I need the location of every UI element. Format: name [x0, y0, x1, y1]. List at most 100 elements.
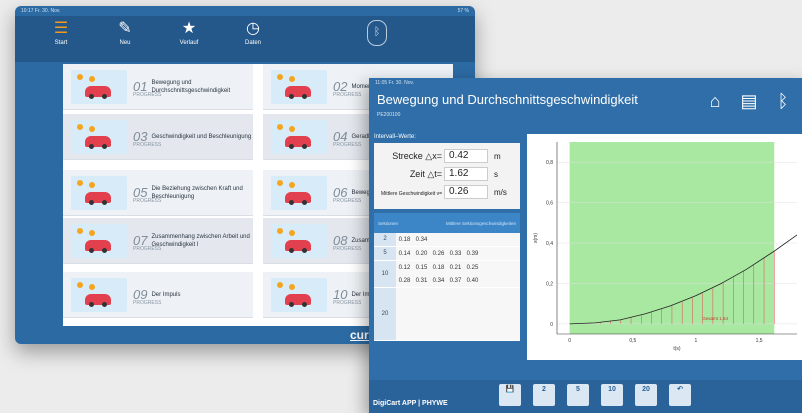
- nav-data-label: Daten: [244, 40, 261, 46]
- experiment-screen: 11:05 Fr. 30. Nov. Bewegung und Durchsch…: [369, 78, 802, 413]
- sun-icon: [77, 227, 83, 234]
- menu-icon: ☰: [53, 20, 69, 37]
- distance-field[interactable]: 0.42: [444, 149, 488, 163]
- nav-history-label: Verlauf: [179, 40, 199, 46]
- section-count: 5: [374, 247, 396, 260]
- velocity-cell: 0.33: [449, 250, 462, 257]
- value-line: [396, 327, 520, 340]
- interval-values: Strecke △x= 0.42 m Zeit △t= 1.62 s Mittlere …: [374, 143, 520, 209]
- table-row: 10 0.12 0.15 0.18 0.21 0.25 0.28 0.31 0.34 0.37 0.…: [374, 261, 520, 288]
- velocity-cell: 0.15: [415, 264, 428, 271]
- card-progress-label: PROGRESS: [133, 198, 162, 204]
- value-line: 0.18 0.34: [396, 233, 520, 246]
- bottom-toolbar: DigiCart APP | PHYWE 💾 2 5 10 20 ↶: [369, 380, 802, 413]
- experiment-thumbnail: [71, 223, 127, 258]
- distance-unit: m: [494, 151, 501, 161]
- time-field[interactable]: 1.62: [444, 167, 488, 181]
- status-time: 10:17 Fr. 30. Nov.: [21, 8, 61, 14]
- status-bar: 10:17 Fr. 30. Nov. 57 %: [15, 6, 475, 16]
- experiment-thumbnail: [271, 277, 327, 312]
- car-icon: [285, 239, 311, 251]
- car-icon: [285, 293, 311, 305]
- value-line: [396, 301, 520, 314]
- experiment-card[interactable]: 09 Der Impuls PROGRESS: [63, 272, 253, 318]
- experiment-thumbnail: [271, 119, 327, 154]
- nav-new[interactable]: ✎ Neu: [93, 18, 157, 46]
- nav-new-label: Neu: [119, 40, 131, 46]
- save-icon[interactable]: 💾: [499, 384, 521, 406]
- bluetooth-icon-2[interactable]: ᛒ: [771, 88, 795, 114]
- table-row: 5 0.14 0.20 0.26 0.33 0.39: [374, 247, 520, 261]
- sections-button[interactable]: 5: [567, 384, 589, 406]
- header-actions: ⌂ ▤ ᛒ: [703, 88, 795, 114]
- car-icon: [285, 85, 311, 97]
- x-tick-label: 0: [568, 338, 571, 344]
- experiment-card[interactable]: 03 Geschwindigkeit und Beschleunigung PROG…: [63, 114, 253, 160]
- nav-start-label: Start: [54, 40, 68, 46]
- car-icon: [285, 135, 311, 147]
- experiment-card[interactable]: 05 Die Beziehung zwischen Kraft und Besch…: [63, 170, 253, 216]
- sections-table-header: Sektionen Mittlere Sektionsgeschwindigke…: [374, 213, 520, 233]
- x-tick-label: 0,5: [629, 338, 636, 344]
- experiment-thumbnail: [71, 175, 127, 210]
- car-icon: [85, 293, 111, 305]
- status-bar-2: 11:05 Fr. 30. Nov.: [369, 78, 802, 88]
- experiment-thumbnail: [271, 175, 327, 210]
- document-icon[interactable]: ▤: [737, 88, 761, 114]
- experiment-thumbnail: [271, 69, 327, 104]
- velocity-cell: 0.40: [466, 277, 479, 284]
- card-title: Geschwindigkeit und Beschleunigung: [151, 133, 252, 140]
- sections-header-left: Sektionen: [378, 220, 399, 226]
- sections-button[interactable]: 10: [601, 384, 623, 406]
- sections-table: 2 0.18 0.34 5 0.14 0.20 0.26 0.33 0.39 10 0.12 0.15…: [374, 233, 520, 341]
- section-values: 0.12 0.15 0.18 0.21 0.25 0.28 0.31 0.34 0.37 0.40: [396, 261, 520, 287]
- section-count: 10: [374, 261, 396, 287]
- nav-history[interactable]: ★ Verlauf: [157, 18, 221, 46]
- bluetooth-icon[interactable]: ᛒ: [367, 20, 387, 46]
- velocity-field[interactable]: 0.26: [444, 185, 488, 199]
- battery-level: 57 %: [457, 8, 469, 14]
- distance-label: Strecke △x=: [392, 150, 442, 161]
- y-tick-label: 0,4: [546, 241, 553, 247]
- card-progress-label: PROGRESS: [333, 198, 362, 204]
- velocity-unit: m/s: [494, 187, 507, 197]
- velocity-row: Mittlere Geschwindigkeit v= 0.26 m/s: [376, 183, 518, 201]
- section-values: [396, 288, 520, 340]
- nav-start[interactable]: ☰ Start: [29, 18, 93, 46]
- experiment-thumbnail: [71, 69, 127, 104]
- time-row: Zeit △t= 1.62 s: [376, 165, 518, 183]
- experiment-card[interactable]: 01 Bewegung und Durchschnittsgeschwindigk…: [63, 64, 253, 110]
- velocity-cell: 0.34: [432, 277, 445, 284]
- time-label: Zeit △t=: [409, 168, 442, 179]
- sections-button[interactable]: 2: [533, 384, 555, 406]
- undo-icon[interactable]: ↶: [669, 384, 691, 406]
- sun-icon: [277, 179, 283, 186]
- card-progress-label: PROGRESS: [133, 142, 162, 148]
- card-progress-label: PROGRESS: [133, 92, 162, 98]
- sun-icon: [277, 227, 283, 234]
- velocity-cell: 0.18: [398, 236, 411, 243]
- sections-button[interactable]: 20: [635, 384, 657, 406]
- velocity-cell: 0.20: [415, 250, 428, 257]
- toolbar-buttons: 💾 2 5 10 20 ↶: [499, 384, 691, 406]
- car-icon: [85, 239, 111, 251]
- distance-time-chart: 0 0,2 0,4 0,6 0,8 0 0,5 1 1,5 t(s) x(m) Gesamt 1,64: [527, 134, 802, 360]
- y-tick-label: 0: [550, 322, 553, 328]
- y-tick-label: 0,8: [546, 160, 553, 166]
- velocity-cell: 0.28: [398, 277, 411, 284]
- nav-data[interactable]: ◷ Daten: [221, 18, 285, 46]
- section-count: 2: [374, 233, 396, 246]
- chart-caption: Gesamt 1,64: [702, 316, 728, 321]
- value-line: 0.12 0.15 0.18 0.21 0.25: [396, 261, 520, 274]
- home-icon[interactable]: ⌂: [703, 88, 727, 114]
- distance-row: Strecke △x= 0.42 m: [376, 147, 518, 165]
- value-line: [396, 314, 520, 327]
- experiment-card[interactable]: 07 Zusammenhang zwischen Arbeit und Gesch…: [63, 218, 253, 264]
- sections-header-right: Mittlere Sektionsgeschwindigkeiten: [445, 220, 516, 226]
- velocity-cell: 0.14: [398, 250, 411, 257]
- velocity-cell: 0.21: [449, 264, 462, 271]
- value-line: 0.28 0.31 0.34 0.37 0.40: [396, 274, 520, 287]
- value-line: [396, 288, 520, 301]
- y-axis-label: x(m): [533, 233, 539, 243]
- sun-icon: [277, 123, 283, 130]
